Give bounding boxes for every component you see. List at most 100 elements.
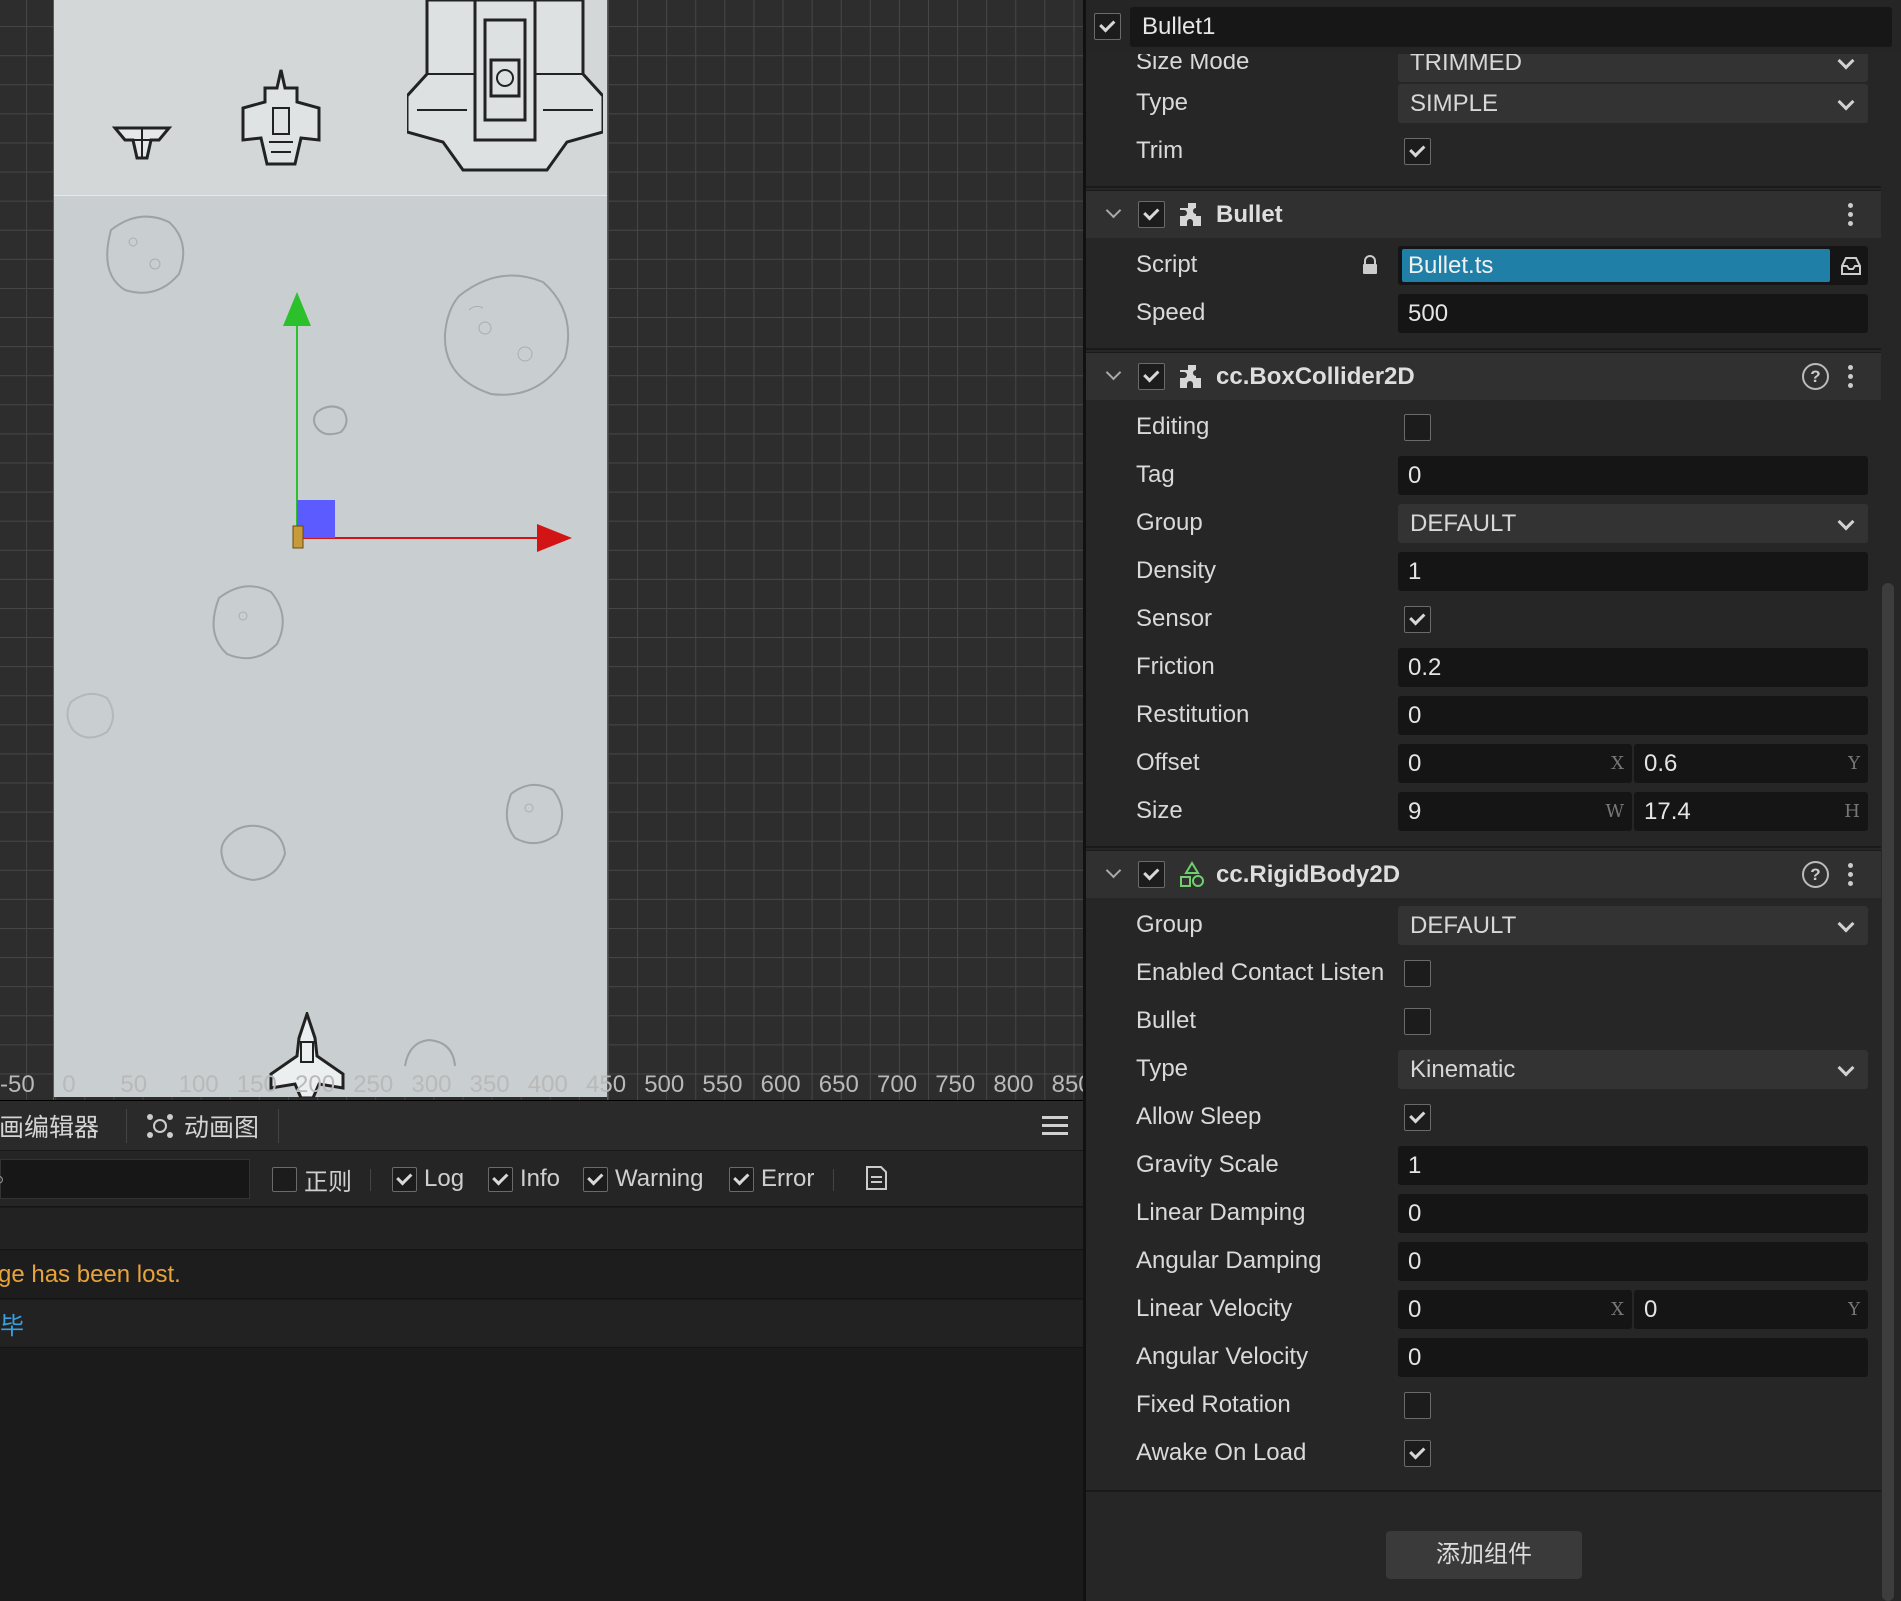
filter-log[interactable]: Log [392,1163,464,1195]
trim-checkbox[interactable] [1404,138,1431,165]
density-input[interactable]: 1 [1398,552,1868,591]
transform-gizmo[interactable] [279,286,609,556]
gravity-scale-input[interactable]: 1 [1398,1146,1868,1185]
angular-damping-input[interactable]: 0 [1398,1242,1868,1281]
prop-label: Density [1136,557,1217,584]
warning-checkbox[interactable] [583,1166,608,1192]
ruler-tick-label: 850 [1051,1071,1083,1098]
component-header-bullet[interactable]: Bullet [1086,190,1881,238]
component-puzzle-icon [1180,365,1201,388]
filter-info[interactable]: Info [488,1163,560,1195]
component-title: cc.BoxCollider2D [1216,363,1415,390]
axis-label: Y [1848,753,1860,774]
allow-sleep-checkbox[interactable] [1404,1104,1431,1131]
scene-view[interactable]: -50 0 50 100 150 200 250 300 350 400 450 500 550 600 6… [0,0,1083,1100]
input-value: 0 [1408,750,1422,777]
console-row[interactable]: 毕 [0,1300,1083,1348]
clear-log-icon[interactable] [864,1165,888,1191]
ruler-tick-label: 650 [818,1071,859,1098]
help-icon[interactable]: ? [1802,363,1829,390]
prop-label: Angular Velocity [1136,1343,1309,1370]
offset-x-input[interactable]: 0X [1398,744,1632,783]
size-width-input[interactable]: 9W [1398,792,1632,831]
console-search-input[interactable]: ⌕ [0,1159,250,1199]
node-name-input[interactable]: Bullet1 [1130,7,1892,47]
error-checkbox[interactable] [729,1166,754,1192]
linear-velocity-x-input[interactable]: 0X [1398,1290,1632,1329]
grid-axis-line [607,0,608,1100]
filter-regex[interactable]: 正则 [272,1163,352,1196]
menu-icon[interactable] [1042,1115,1068,1137]
awake-on-load-checkbox[interactable] [1404,1440,1431,1467]
axis-label: W [1605,801,1624,822]
fixed-rotation-checkbox[interactable] [1404,1392,1431,1419]
component-header-box-collider[interactable]: cc.BoxCollider2D ? [1086,352,1881,400]
warning-message: ge has been lost. [0,1260,181,1288]
more-options-icon[interactable] [1848,201,1854,229]
chevron-down-icon [1837,93,1855,111]
component-enabled-checkbox[interactable] [1138,861,1165,888]
prop-friction: Friction 0.2 [1086,643,1881,691]
asteroid-decoration [212,585,284,660]
prop-label: Angular Damping [1136,1247,1322,1274]
prop-script: Script Bullet.ts [1086,241,1881,289]
asset-browse-icon[interactable] [1840,256,1862,276]
prop-label: Editing [1136,413,1210,440]
prop-label: Awake On Load [1136,1439,1307,1466]
rb-group-select[interactable]: DEFAULT [1398,906,1868,945]
group-select[interactable]: DEFAULT [1398,504,1868,543]
more-options-icon[interactable] [1848,363,1854,391]
help-icon[interactable]: ? [1802,861,1829,888]
prop-label: Size [1136,797,1183,824]
prop-gravity-scale: Gravity Scale 1 [1086,1141,1881,1189]
collapse-arrow-icon[interactable] [1105,862,1122,879]
linear-velocity-y-input[interactable]: 0Y [1634,1290,1868,1329]
log-checkbox[interactable] [392,1166,417,1192]
prop-label: Type [1136,89,1189,116]
rb-type-select[interactable]: Kinematic [1398,1050,1868,1089]
node-enabled-checkbox[interactable] [1094,13,1121,40]
prop-sensor: Sensor [1086,595,1881,643]
friction-input[interactable]: 0.2 [1398,648,1868,687]
sensor-checkbox[interactable] [1404,606,1431,633]
tag-input[interactable]: 0 [1398,456,1868,495]
editing-checkbox[interactable] [1404,414,1431,441]
enemy-medium-sprite[interactable] [239,68,323,172]
filter-label: Error [761,1165,815,1192]
contact-listener-checkbox[interactable] [1404,960,1431,987]
prop-angular-damping: Angular Damping 0 [1086,1237,1881,1285]
filter-label: Log [424,1165,465,1192]
enemy-small-sprite[interactable] [111,118,173,168]
ruler-tick-label: -50 [0,1071,35,1098]
ruler-tick-label: 350 [469,1071,510,1098]
size-height-input[interactable]: 17.4 H [1634,792,1868,831]
component-enabled-checkbox[interactable] [1138,201,1165,228]
asteroid-decoration [220,824,287,882]
regex-checkbox[interactable] [272,1166,297,1192]
collapse-arrow-icon[interactable] [1105,202,1122,219]
enemy-boss-sprite[interactable] [407,0,603,178]
script-asset-field[interactable]: Bullet.ts [1398,246,1868,285]
info-checkbox[interactable] [488,1166,513,1192]
inspector-scrollbar[interactable] [1882,583,1894,1601]
sprite-type-select[interactable]: SIMPLE [1398,84,1868,123]
game-canvas[interactable] [53,0,609,1098]
linear-damping-input[interactable]: 0 [1398,1194,1868,1233]
console-toolbar: ⌕ 正则 Log Info Warning Error [0,1151,1083,1207]
tab-animation-graph[interactable]: 动画图 [146,1101,259,1151]
tab-animation-editor[interactable]: 动画编辑器 [0,1101,99,1151]
component-header-rigidbody[interactable]: cc.RigidBody2D ? [1086,850,1881,898]
speed-input[interactable]: 500 [1398,294,1868,333]
restitution-input[interactable]: 0 [1398,696,1868,735]
offset-y-input[interactable]: 0.6 Y [1634,744,1868,783]
console-row[interactable]: ge has been lost. [0,1251,1083,1299]
bullet-checkbox[interactable] [1404,1008,1431,1035]
filter-error[interactable]: Error [729,1163,814,1195]
component-enabled-checkbox[interactable] [1138,363,1165,390]
angular-velocity-input[interactable]: 0 [1398,1338,1868,1377]
more-options-icon[interactable] [1848,861,1854,889]
add-component-button[interactable]: 添加组件 [1386,1531,1582,1579]
filter-warning[interactable]: Warning [583,1163,703,1195]
collapse-arrow-icon[interactable] [1105,364,1122,381]
asteroid-decoration [505,783,564,845]
